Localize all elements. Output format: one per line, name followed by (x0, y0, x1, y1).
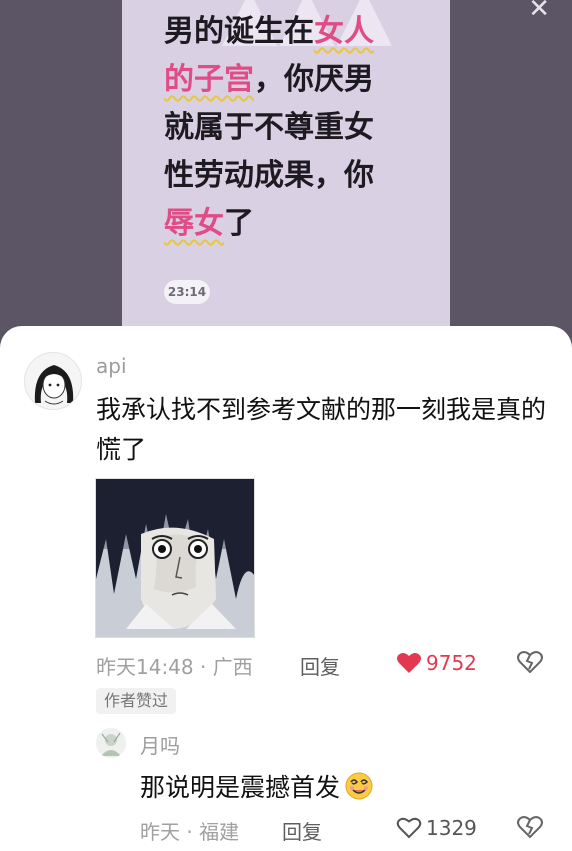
reply-text-content: 那说明是震撼首发 (140, 773, 341, 802)
comment-time-location: 昨天14:48 · 广西 (96, 655, 253, 679)
reply-meta: 昨天 · 福建 回复 1329 (140, 816, 550, 844)
avatar[interactable] (24, 352, 82, 410)
post-text: 男的诞生在女人 的子宫，你厌男 就属于不尊重女 性劳动成果，你 辱女了 (164, 8, 436, 248)
heart-outline-icon (396, 817, 422, 839)
author-liked-badge: 作者赞过 (96, 688, 177, 714)
comment-sheet: api 我承认找不到参考文献的那一刻我是真的慌了 昨天14:48 · 广西 回复… (0, 326, 572, 851)
reply-text: 那说明是震撼首发 (140, 768, 374, 804)
reply-username[interactable]: 月吗 (140, 730, 180, 759)
reply-dislike-button[interactable] (516, 814, 544, 845)
comment-meme-image[interactable] (95, 478, 255, 638)
reply-reply-button[interactable]: 回复 (282, 816, 322, 845)
comment-username[interactable]: api (96, 354, 127, 378)
comment-text: 我承认找不到参考文献的那一刻我是真的慌了 (96, 395, 547, 464)
reply-time-location: 昨天 · 福建 (140, 820, 240, 844)
post-highlight-insult: 辱女 (164, 206, 224, 241)
post-highlight-women: 女人 (314, 14, 374, 49)
post-line-3: 就属于不尊重女 (164, 110, 374, 145)
broken-heart-icon (517, 651, 543, 674)
avatar[interactable] (96, 728, 126, 758)
broken-heart-icon (517, 816, 543, 839)
reply-button[interactable]: 回复 (300, 651, 340, 680)
message-timestamp: 23:14 (164, 280, 210, 304)
post-line-1a: 男的诞生在 (164, 14, 314, 49)
post-line-5b: 了 (224, 206, 254, 241)
post-line-4: 性劳动成果，你 (164, 158, 374, 193)
reply-like-count: 1329 (426, 816, 477, 840)
dislike-button[interactable] (516, 649, 544, 680)
close-icon[interactable]: ✕ (528, 0, 550, 24)
shared-screenshot: ▲▲▲ 男的诞生在女人 的子宫，你厌男 就属于不尊重女 性劳动成果，你 辱女了 … (0, 0, 572, 330)
comment-meta: 昨天14:48 · 广西 回复 9752 (96, 651, 556, 679)
dizzy-face-emoji-icon (345, 772, 373, 800)
like-count: 9752 (426, 651, 477, 675)
post-line-2b: ，你厌男 (254, 62, 374, 97)
chat-bubble-card: ▲▲▲ 男的诞生在女人 的子宫，你厌男 就属于不尊重女 性劳动成果，你 辱女了 … (122, 0, 450, 330)
reply-like-button[interactable]: 1329 (396, 816, 477, 840)
like-button[interactable]: 9752 (396, 651, 477, 675)
post-highlight-womb: 的子宫 (164, 62, 254, 97)
heart-filled-icon (397, 653, 421, 673)
